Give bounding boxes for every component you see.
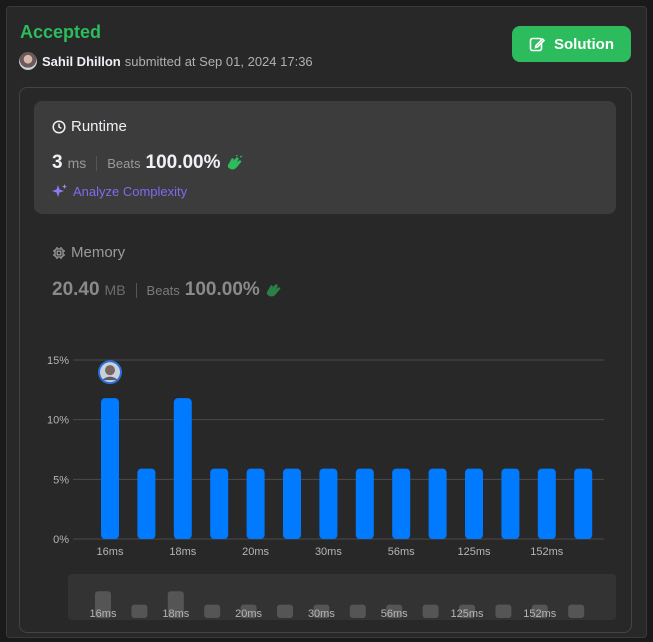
x-tick-label: 16ms: [97, 546, 124, 558]
runtime-distribution-chart: 0% 5% 10% 15% 16ms 18ms 20ms 30ms 56ms 125ms 152ms…: [47, 355, 604, 620]
y-tick-label: 10%: [47, 415, 69, 427]
x-tick-label: 56ms: [388, 546, 415, 558]
minimap-bar: [277, 604, 293, 618]
minimap-bar: [568, 604, 585, 618]
chart-bar[interactable]: [574, 468, 593, 539]
minimap-tick-label: 18ms: [162, 608, 189, 620]
chart-bar[interactable]: [137, 468, 156, 539]
chart-bar[interactable]: [501, 468, 520, 539]
chart-bar[interactable]: [392, 468, 411, 539]
chart-bar[interactable]: [246, 468, 265, 539]
chart-bar[interactable]: [537, 468, 556, 539]
y-tick-label: 15%: [47, 355, 69, 367]
chart-bar[interactable]: [101, 398, 119, 539]
chart-bar[interactable]: [465, 468, 483, 539]
minimap-bar: [349, 604, 366, 618]
chart-bar[interactable]: [210, 468, 229, 539]
minimap-tick-label: 56ms: [381, 608, 408, 620]
minimap-tick-label: 30ms: [308, 608, 335, 620]
x-tick-label: 125ms: [457, 546, 491, 558]
minimap-bar: [422, 604, 439, 618]
chart-bar[interactable]: [428, 468, 447, 539]
chart-bar[interactable]: [355, 468, 374, 539]
minimap-tick-label: 125ms: [450, 608, 484, 620]
x-tick-label: 18ms: [169, 546, 196, 558]
chart-bar[interactable]: [319, 468, 338, 539]
minimap-tick-label: 20ms: [235, 608, 262, 620]
x-tick-label: 152ms: [530, 546, 564, 558]
x-tick-label: 20ms: [242, 546, 269, 558]
x-tick-label: 30ms: [315, 546, 342, 558]
minimap-bar: [495, 604, 512, 618]
minimap-tick-label: 16ms: [90, 608, 117, 620]
minimap-bar: [204, 604, 221, 618]
y-tick-label: 5%: [53, 474, 69, 486]
chart-bar[interactable]: [283, 468, 301, 539]
y-tick-label: 0%: [53, 534, 69, 546]
avatar-head: [105, 365, 115, 376]
minimap-tick-label: 152ms: [523, 608, 557, 620]
chart-bar[interactable]: [173, 398, 192, 539]
minimap-bar: [131, 604, 148, 618]
